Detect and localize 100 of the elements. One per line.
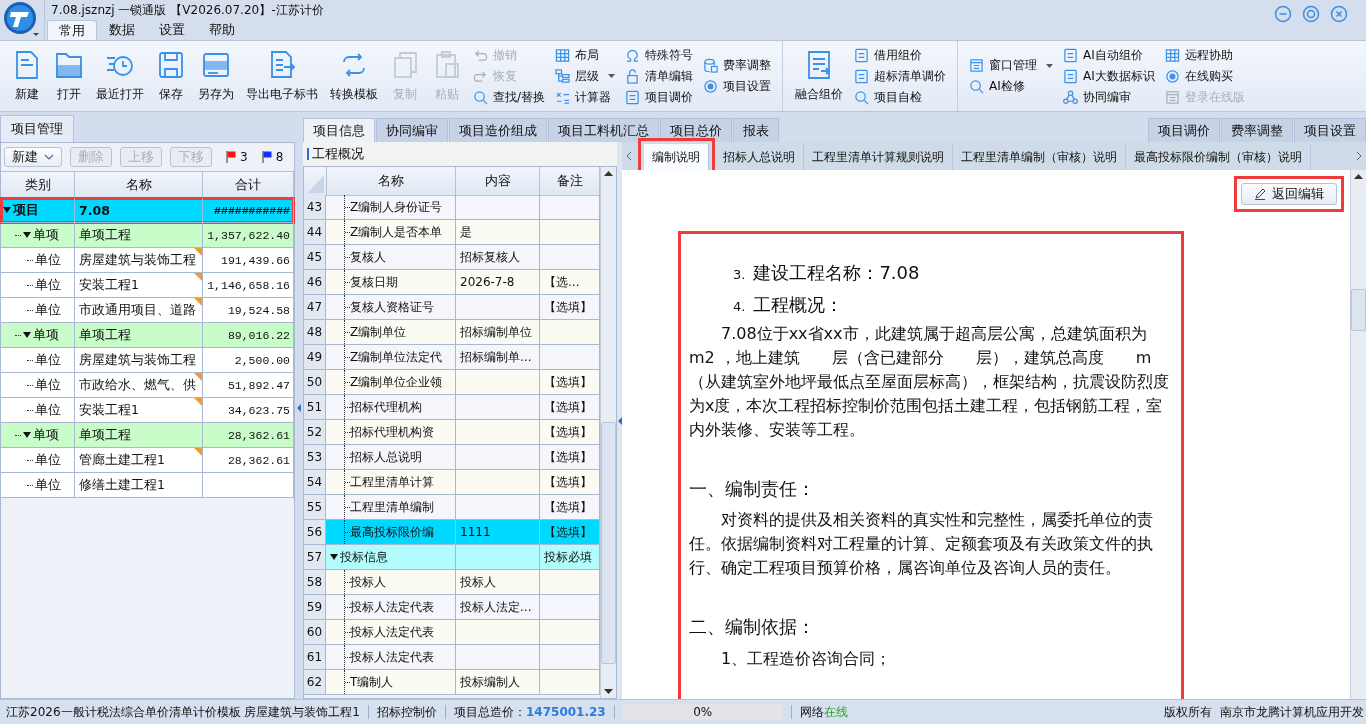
toolbar-button[interactable]: 查找/替换	[473, 88, 546, 106]
table-row[interactable]: 55 工程里清单编制 【选填】	[304, 495, 600, 520]
table-row[interactable]: 44 Z编制人是否本单 是	[304, 220, 600, 245]
tree-row[interactable]: 单位 安装工程1 34,623.75	[1, 398, 294, 423]
toolbar-button[interactable]: 层级	[555, 67, 616, 85]
toolbar-button[interactable]: 窗口管理	[969, 56, 1054, 75]
table-row[interactable]: 50 Z编制单位企业领 【选填】	[304, 370, 600, 395]
table-cell: 工程里清单计算	[350, 473, 434, 491]
menu-tab[interactable]: 设置	[147, 20, 197, 40]
toolbar-button[interactable]: 费率调整	[703, 56, 772, 75]
table-row[interactable]: 54 工程里清单计算 【选填】	[304, 470, 600, 495]
toolbar-button[interactable]: 导出电子标书	[240, 41, 324, 111]
table-row[interactable]: 53 招标人总说明 【选填】	[304, 445, 600, 470]
table-row[interactable]: 61 投标人法定代表	[304, 645, 600, 670]
toolbar-button[interactable]: AI检修	[969, 77, 1054, 96]
lifebuoy-icon[interactable]	[1302, 5, 1320, 23]
scroll-thumb[interactable]	[1351, 289, 1366, 331]
expand-arrow-icon[interactable]	[330, 554, 338, 560]
tree-row[interactable]: 单位 房屋建筑与装饰工程 2,500.00	[1, 348, 294, 373]
panel-tab[interactable]: 项目管理	[0, 115, 74, 142]
view-tab[interactable]: 报表	[733, 118, 779, 142]
toolbar-button[interactable]: 布局	[555, 46, 616, 64]
menu-tab[interactable]: 数据	[97, 20, 147, 40]
expand-arrow-icon[interactable]	[3, 207, 11, 213]
scroll-up-icon[interactable]	[1354, 174, 1363, 179]
table-cell: 招标编制单...	[460, 348, 532, 366]
scroll-up-icon[interactable]	[604, 171, 613, 176]
tree-row[interactable]: 单位 安装工程1 1,146,658.16	[1, 273, 294, 298]
table-row[interactable]: 48 Z编制单位 招标编制单位	[304, 320, 600, 345]
table-row[interactable]: 58 投标人 投标人	[304, 570, 600, 595]
tree-row[interactable]: 项目 7.08 ###########	[1, 198, 294, 223]
tree-row[interactable]: 单项 单项工程 89,016.22	[1, 323, 294, 348]
toolbar-button[interactable]: 清单编辑	[625, 67, 694, 85]
table-row[interactable]: 46 复核日期 2026-7-8 【选...	[304, 270, 600, 295]
table-row[interactable]: 62 T编制人 投标编制人	[304, 670, 600, 695]
table-row[interactable]: 45 复核人 招标复核人	[304, 245, 600, 270]
table-row[interactable]: 57 投标信息 投标必填	[304, 545, 600, 570]
toolbar-button[interactable]: 转换模板	[324, 41, 384, 111]
close-icon[interactable]	[1330, 5, 1348, 23]
scroll-down-icon[interactable]	[604, 689, 613, 694]
toolbar-button[interactable]: 融合组价	[789, 41, 850, 111]
table-cell: 【选填】	[544, 373, 592, 391]
scroll-thumb[interactable]	[601, 421, 616, 664]
tree-row[interactable]: 单位 市政给水、燃气、供 51,892.47	[1, 373, 294, 398]
table-row[interactable]: 60 投标人法定代表	[304, 620, 600, 645]
minimize-icon[interactable]	[1274, 5, 1292, 23]
quick-button[interactable]: 费率调整	[1221, 118, 1293, 142]
table-row[interactable]: 59 投标人法定代表 投标人法定...	[304, 595, 600, 620]
quick-button[interactable]: 项目设置	[1294, 118, 1366, 142]
toolbar-button[interactable]: 借用组价	[854, 46, 947, 64]
return-edit-button[interactable]: 返回编辑	[1241, 183, 1337, 205]
collapse-arrow-icon[interactable]	[617, 416, 622, 425]
panel-button[interactable]: 新建	[4, 147, 62, 167]
toolbar-button[interactable]: AI大数据标识	[1063, 67, 1155, 85]
collapse-arrow-icon[interactable]	[297, 404, 301, 412]
quick-button[interactable]: 项目调价	[1148, 118, 1220, 142]
toolbar-button[interactable]: 打开	[48, 41, 90, 111]
view-tab[interactable]: 项目信息	[303, 118, 375, 142]
toolbar-button[interactable]: 远程协助	[1164, 46, 1245, 64]
expand-arrow-icon[interactable]	[23, 232, 31, 238]
tree-row[interactable]: 单项 单项工程 1,357,622.40	[1, 223, 294, 248]
menu-tab[interactable]: 常用	[47, 20, 97, 40]
toolbar-button[interactable]: 计算器	[555, 88, 616, 106]
toolbar-button[interactable]: 项目自检	[854, 88, 947, 106]
tree-row[interactable]: 单位 市政通用项目、道路 19,524.58	[1, 298, 294, 323]
toolbar-button[interactable]: 超标清单调价	[854, 67, 947, 85]
table-row[interactable]: 52 招标代理机构资 【选填】	[304, 420, 600, 445]
table-row[interactable]: 47 复核人资格证号 【选填】	[304, 295, 600, 320]
expand-arrow-icon[interactable]	[23, 432, 31, 438]
toolbar-button[interactable]: AI自动组价	[1063, 46, 1155, 64]
scroll-right-icon[interactable]	[1356, 151, 1362, 161]
toolbar-button[interactable]: 项目调价	[625, 88, 694, 106]
tree-cell: 89,016.22	[227, 328, 290, 342]
tree-cell: 市政通用项目、道路	[79, 301, 196, 319]
toolbar-button[interactable]: 项目设置	[703, 77, 772, 96]
scroll-left-icon[interactable]	[626, 151, 632, 161]
tree-row[interactable]: 单项 单项工程 28,362.61	[1, 423, 294, 448]
network-status: 在线	[823, 703, 848, 721]
toolbar-button[interactable]: 新建	[6, 41, 48, 111]
expand-arrow-icon[interactable]	[23, 332, 31, 338]
toolbar-button[interactable]: 最近打开	[90, 41, 150, 111]
toolbar-button[interactable]: 保存	[150, 41, 192, 111]
tree-row[interactable]: 单位 修缮土建工程1	[1, 473, 294, 498]
tree-row[interactable]: 单位 管廊土建工程1 28,362.61	[1, 448, 294, 473]
toolbar-button[interactable]: 在线购买	[1164, 67, 1245, 85]
view-tab[interactable]: 项目工料机汇总	[548, 118, 659, 142]
scrollbar[interactable]	[600, 167, 616, 698]
toolbar-button[interactable]: 特殊符号	[625, 46, 694, 64]
toolbar-button[interactable]: 另存为	[192, 41, 240, 111]
view-tab[interactable]: 协同编审	[376, 118, 448, 142]
table-row[interactable]: 56 最高投标限价编 1111 【选填】	[304, 520, 600, 545]
view-tab[interactable]: 项目造价组成	[449, 118, 547, 142]
tree-row[interactable]: 单位 房屋建筑与装饰工程 191,439.66	[1, 248, 294, 273]
tree-cell: 单项	[33, 326, 59, 344]
table-row[interactable]: 51 招标代理机构 【选填】	[304, 395, 600, 420]
scrollbar[interactable]	[1350, 170, 1366, 699]
menu-tab[interactable]: 帮助	[197, 20, 247, 40]
table-row[interactable]: 43 Z编制人身份证号	[304, 195, 600, 220]
toolbar-button[interactable]: 协同编审	[1063, 88, 1155, 106]
table-row[interactable]: 49 Z编制单位法定代 招标编制单...	[304, 345, 600, 370]
